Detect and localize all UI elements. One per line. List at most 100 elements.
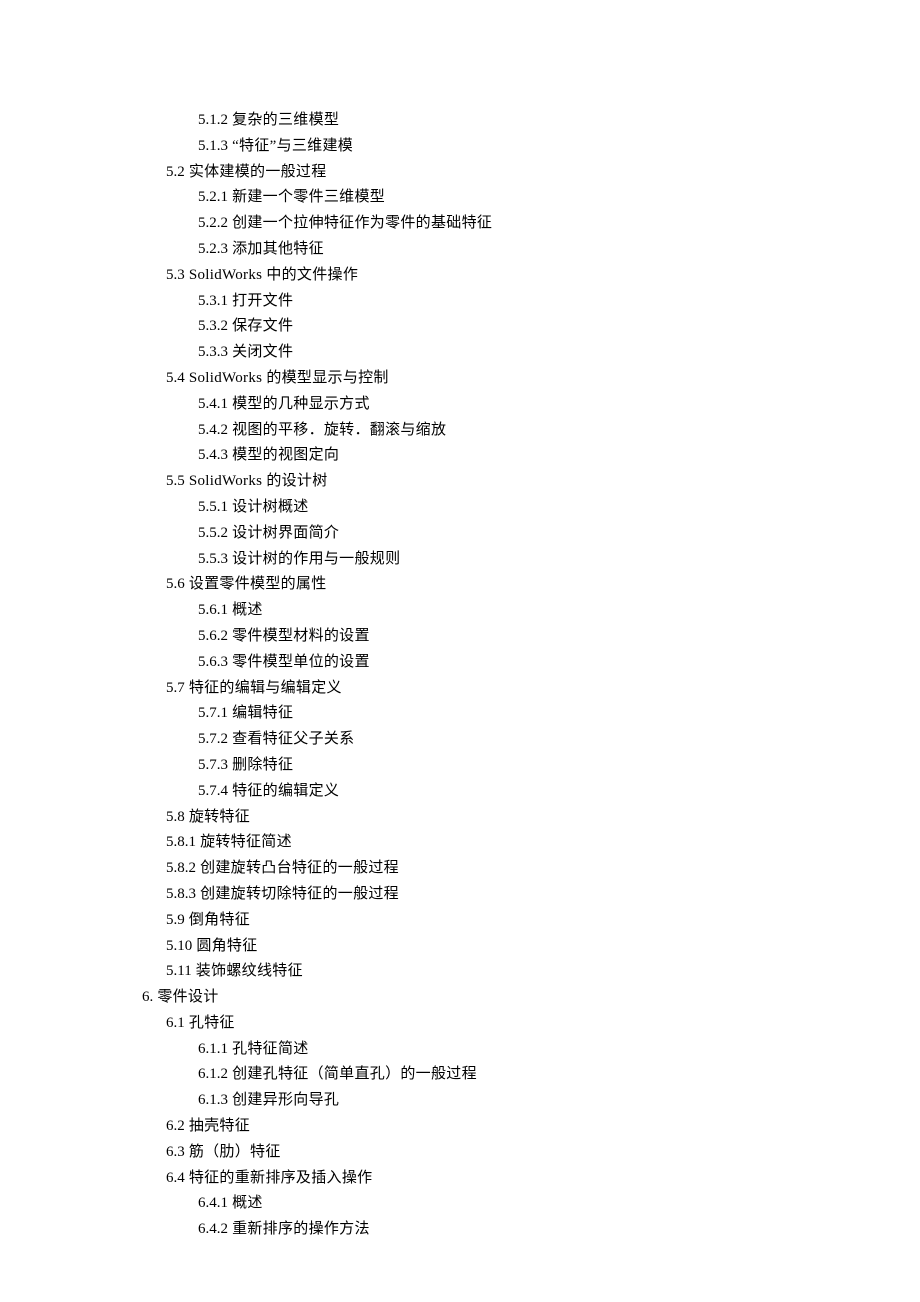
toc-number: 5.6.3	[198, 654, 228, 670]
toc-text: 设计树概述	[232, 499, 309, 515]
toc-text: 特征的编辑定义	[232, 783, 339, 799]
toc-number: 5.6.2	[198, 628, 228, 644]
toc-line: 6.4.2 重新排序的操作方法	[198, 1217, 920, 1243]
toc-line: 5.2.2 创建一个拉伸特征作为零件的基础特征	[198, 211, 920, 237]
toc-line: 5.10 圆角特征	[166, 934, 920, 960]
toc-number: 5.5.1	[198, 499, 228, 515]
toc-text: 特征的编辑与编辑定义	[189, 680, 342, 696]
toc-line: 5.5.1 设计树概述	[198, 495, 920, 521]
toc-number: 5.6	[166, 576, 185, 592]
toc-text: SolidWorks 的设计树	[189, 473, 328, 489]
toc-line: 5.3.1 打开文件	[198, 289, 920, 315]
toc-number: 5.7	[166, 680, 185, 696]
toc-text: 孔特征	[189, 1015, 235, 1031]
toc-number: 6.1.3	[198, 1092, 228, 1108]
toc-number: 5.8.3	[166, 886, 196, 902]
toc-line: 5.8.1 旋转特征简述	[166, 830, 920, 856]
toc-line: 6.2 抽壳特征	[166, 1114, 920, 1140]
toc-text: 概述	[232, 602, 263, 618]
toc-number: 5.8.1	[166, 834, 196, 850]
toc-text: 圆角特征	[196, 938, 257, 954]
toc-number: 5.2.3	[198, 241, 228, 257]
toc-text: 抽壳特征	[189, 1118, 250, 1134]
toc-line: 5.5.2 设计树界面简介	[198, 521, 920, 547]
toc-number: 5.2	[166, 164, 185, 180]
toc-text: 创建异形向导孔	[232, 1092, 339, 1108]
toc-line: 5.9 倒角特征	[166, 908, 920, 934]
toc-text: 倒角特征	[189, 912, 250, 928]
toc-number: 6.4.1	[198, 1195, 228, 1211]
toc-text: 实体建模的一般过程	[189, 164, 327, 180]
toc-number: 5.3	[166, 267, 185, 283]
toc-number: 5.2.2	[198, 215, 228, 231]
toc-line: 5.5 SolidWorks 的设计树	[166, 469, 920, 495]
toc-text: 零件模型单位的设置	[232, 654, 370, 670]
toc-number: 6.4	[166, 1170, 185, 1186]
toc-line: 5.1.2 复杂的三维模型	[198, 108, 920, 134]
toc-number: 5.7.3	[198, 757, 228, 773]
toc-number: 6.	[142, 989, 153, 1005]
toc-line: 5.8 旋转特征	[166, 805, 920, 831]
table-of-contents: 5.1.2 复杂的三维模型5.1.3 “特征”与三维建模5.2 实体建模的一般过…	[142, 108, 920, 1243]
toc-line: 5.4 SolidWorks 的模型显示与控制	[166, 366, 920, 392]
toc-text: 重新排序的操作方法	[232, 1221, 370, 1237]
toc-line: 5.3.3 关闭文件	[198, 340, 920, 366]
toc-text: 查看特征父子关系	[232, 731, 354, 747]
toc-text: 孔特征简述	[232, 1041, 309, 1057]
toc-line: 6.3 筋（肋）特征	[166, 1140, 920, 1166]
toc-number: 6.1.2	[198, 1066, 228, 1082]
toc-line: 5.8.2 创建旋转凸台特征的一般过程	[166, 856, 920, 882]
toc-text: 设计树界面简介	[232, 525, 339, 541]
toc-text: 创建一个拉伸特征作为零件的基础特征	[232, 215, 492, 231]
toc-line: 5.11 装饰螺纹线特征	[166, 959, 920, 985]
toc-number: 5.3.1	[198, 293, 228, 309]
toc-line: 5.7.2 查看特征父子关系	[198, 727, 920, 753]
toc-text: 编辑特征	[232, 705, 293, 721]
toc-text: “特征”与三维建模	[232, 138, 353, 154]
toc-number: 5.4.1	[198, 396, 228, 412]
toc-line: 6.1.3 创建异形向导孔	[198, 1088, 920, 1114]
toc-line: 5.8.3 创建旋转切除特征的一般过程	[166, 882, 920, 908]
toc-line: 5.7 特征的编辑与编辑定义	[166, 676, 920, 702]
toc-line: 6.1 孔特征	[166, 1011, 920, 1037]
toc-line: 5.2.1 新建一个零件三维模型	[198, 185, 920, 211]
toc-text: 装饰螺纹线特征	[196, 963, 303, 979]
toc-number: 5.4.3	[198, 447, 228, 463]
toc-number: 5.2.1	[198, 189, 228, 205]
toc-number: 6.1.1	[198, 1041, 228, 1057]
toc-number: 5.8	[166, 809, 185, 825]
toc-line: 5.6.2 零件模型材料的设置	[198, 624, 920, 650]
toc-number: 5.11	[166, 963, 192, 979]
toc-text: 创建孔特征（简单直孔）的一般过程	[232, 1066, 477, 1082]
toc-line: 5.6 设置零件模型的属性	[166, 572, 920, 598]
toc-line: 5.1.3 “特征”与三维建模	[198, 134, 920, 160]
toc-text: 筋（肋）特征	[189, 1144, 281, 1160]
toc-number: 5.4	[166, 370, 185, 386]
toc-number: 6.3	[166, 1144, 185, 1160]
toc-text: 零件模型材料的设置	[232, 628, 370, 644]
toc-number: 5.3.2	[198, 318, 228, 334]
toc-line: 5.2.3 添加其他特征	[198, 237, 920, 263]
toc-number: 5.7.1	[198, 705, 228, 721]
toc-line: 6.4 特征的重新排序及插入操作	[166, 1166, 920, 1192]
toc-line: 5.2 实体建模的一般过程	[166, 160, 920, 186]
toc-line: 5.6.1 概述	[198, 598, 920, 624]
toc-text: 打开文件	[232, 293, 293, 309]
toc-line: 5.7.1 编辑特征	[198, 701, 920, 727]
toc-number: 5.10	[166, 938, 192, 954]
toc-line: 6.1.1 孔特征简述	[198, 1037, 920, 1063]
toc-number: 5.6.1	[198, 602, 228, 618]
toc-number: 5.1.3	[198, 138, 228, 154]
toc-line: 5.7.3 删除特征	[198, 753, 920, 779]
toc-line: 5.3 SolidWorks 中的文件操作	[166, 263, 920, 289]
toc-number: 5.4.2	[198, 422, 228, 438]
toc-line: 6.1.2 创建孔特征（简单直孔）的一般过程	[198, 1062, 920, 1088]
toc-number: 5.7.2	[198, 731, 228, 747]
toc-number: 5.5.2	[198, 525, 228, 541]
toc-text: 复杂的三维模型	[232, 112, 339, 128]
toc-text: 模型的视图定向	[232, 447, 339, 463]
toc-line: 5.4.1 模型的几种显示方式	[198, 392, 920, 418]
toc-text: 新建一个零件三维模型	[232, 189, 385, 205]
toc-text: 添加其他特征	[232, 241, 324, 257]
toc-text: 旋转特征简述	[200, 834, 292, 850]
